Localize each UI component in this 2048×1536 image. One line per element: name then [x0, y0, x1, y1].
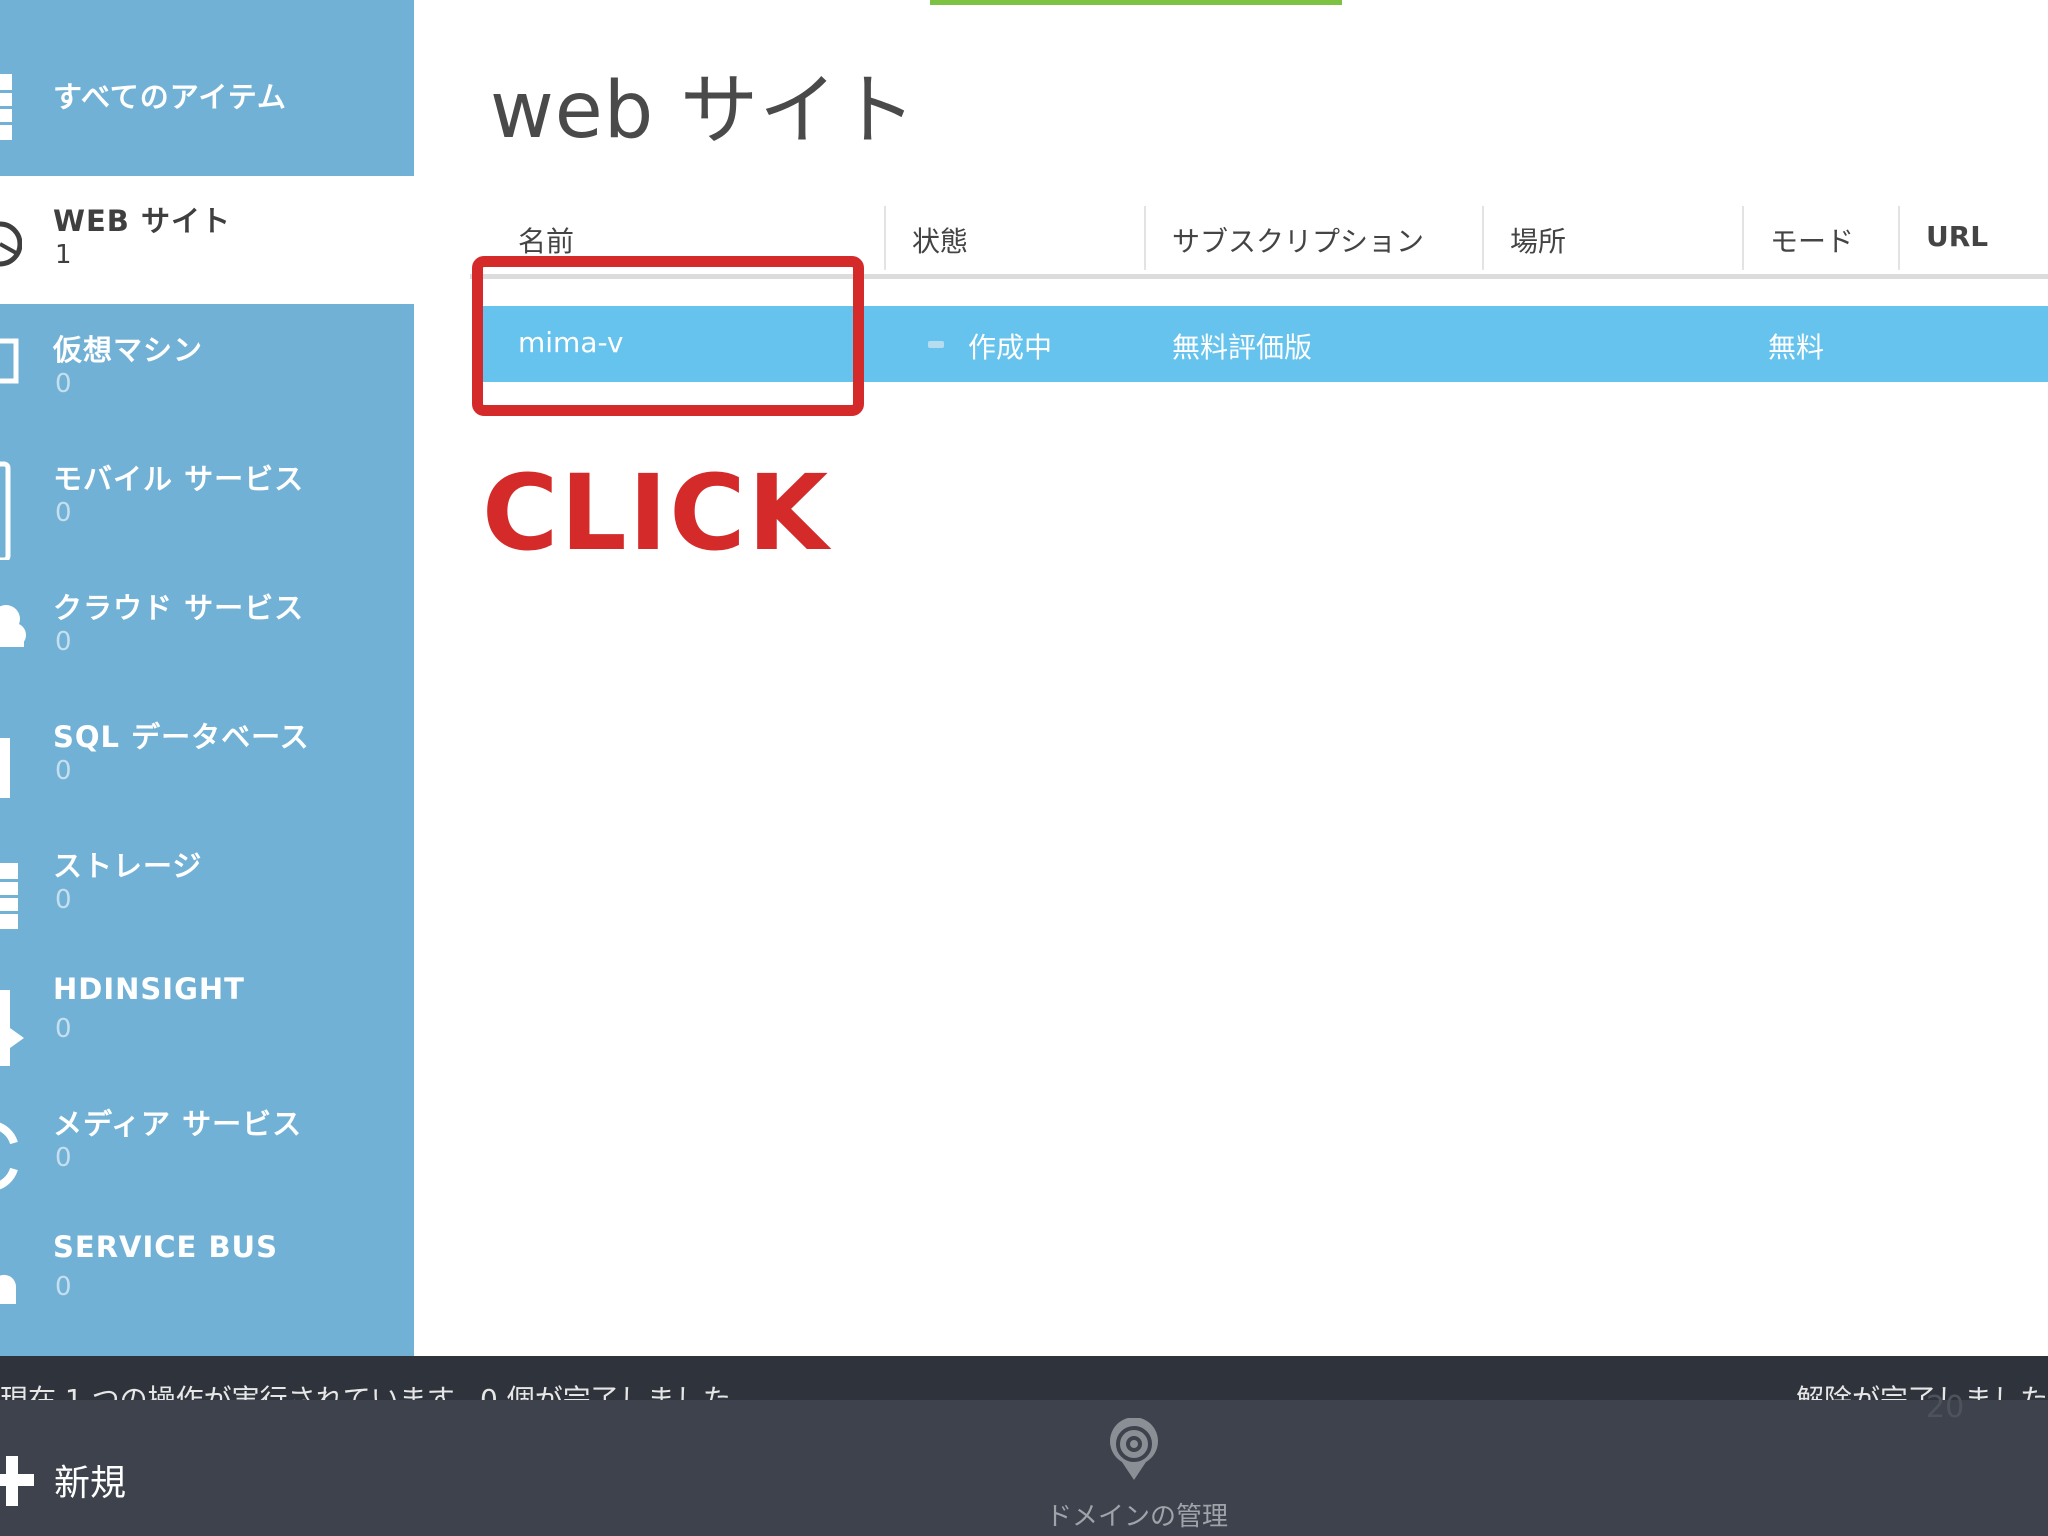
click-highlight-box	[472, 256, 864, 416]
cloud-icon	[0, 579, 26, 649]
top-accent-bar	[930, 0, 1342, 5]
column-header-status[interactable]: 状態	[912, 220, 968, 260]
manage-domains-label: ドメインの管理	[1046, 1502, 1229, 1532]
click-annotation-label: CLICK	[482, 452, 831, 574]
at-sign-icon	[1106, 1417, 1162, 1488]
sidebar-item-label: メディア サービス	[53, 1107, 303, 1141]
sidebar-item-label: ストレージ	[53, 849, 203, 883]
globe-icon	[0, 204, 22, 274]
column-header-mode[interactable]: モード	[1770, 220, 1854, 260]
sidebar-item-mobile-services[interactable]: モバイル サービス 0	[0, 434, 414, 562]
notification-bar: 現在 1 つの操作が実行されています。0 個が完了しました。 解除が完了しました	[0, 1356, 2048, 1400]
row-subscription: 無料評価版	[1172, 331, 1313, 364]
sidebar-item-label: モバイル サービス	[53, 462, 305, 496]
media-icon	[0, 1095, 22, 1190]
column-separator	[1482, 206, 1484, 270]
sidebar-item-label: すべてのアイテム	[53, 80, 287, 114]
sidebar-item-count: 0	[55, 885, 72, 915]
sidebar-item-count: 0	[55, 498, 72, 528]
sidebar-item-count: 0	[55, 1272, 72, 1302]
column-separator	[1898, 206, 1900, 270]
sidebar-item-all-items[interactable]: すべてのアイテム	[0, 30, 414, 170]
sidebar-item-hdinsight[interactable]: HDINSIGHT 0	[0, 950, 414, 1078]
sidebar-item-web-sites[interactable]: WEB サイト 1	[0, 176, 414, 304]
manage-domains-button[interactable]: ドメインの管理	[1040, 1417, 1230, 1532]
sidebar-item-service-bus[interactable]: SERVICE BUS 0	[0, 1208, 414, 1336]
sidebar-item-virtual-machines[interactable]: 仮想マシン 0	[0, 305, 414, 433]
column-header-name[interactable]: 名前	[518, 220, 574, 260]
plus-icon	[0, 1452, 36, 1516]
sidebar-item-sql-databases[interactable]: SQL データベース 0	[0, 692, 414, 820]
sidebar-item-label: WEB サイト	[53, 204, 231, 238]
page-number: 20	[1926, 1390, 1965, 1425]
service-bus-icon	[0, 1224, 22, 1304]
row-mode: 無料	[1768, 331, 1825, 364]
sidebar-item-label: クラウド サービス	[53, 591, 305, 625]
monitor-icon	[0, 321, 22, 391]
sidebar-item-count: 0	[55, 756, 72, 786]
sidebar-item-cloud-services[interactable]: クラウド サービス 0	[0, 563, 414, 691]
sidebar-item-count: 0	[55, 369, 72, 399]
new-button-label: 新規	[54, 1463, 127, 1504]
sidebar-item-label: 仮想マシン	[53, 333, 204, 367]
sidebar-item-count: 1	[55, 240, 72, 270]
list-icon	[0, 74, 22, 144]
sidebar-item-label: SQL データベース	[53, 720, 310, 754]
column-header-subscription[interactable]: サブスクリプション	[1172, 220, 1424, 260]
notification-right-text: 解除が完了しました	[1795, 1383, 2048, 1400]
page-title: web サイト	[490, 66, 918, 156]
sidebar-item-count: 0	[55, 627, 72, 657]
storage-icon	[0, 837, 22, 929]
hdinsight-icon	[0, 966, 24, 1066]
column-separator	[884, 206, 886, 270]
status-indicator-icon	[928, 341, 944, 348]
row-status: 作成中	[968, 331, 1053, 364]
column-separator	[1742, 206, 1744, 270]
notification-text: 現在 1 つの操作が実行されています。0 個が完了しました。	[0, 1383, 759, 1400]
database-icon	[0, 708, 22, 798]
command-bar: 新規 ドメインの管理	[0, 1400, 2048, 1536]
column-separator	[1144, 206, 1146, 270]
column-header-url[interactable]: URL	[1926, 220, 1988, 253]
column-header-location[interactable]: 場所	[1510, 220, 1566, 260]
sidebar-item-media-services[interactable]: メディア サービス 0	[0, 1079, 414, 1207]
sidebar-item-label: HDINSIGHT	[53, 972, 245, 1006]
sidebar-item-storage[interactable]: ストレージ 0	[0, 821, 414, 949]
sidebar-item-count: 0	[55, 1143, 72, 1173]
phone-icon	[0, 450, 22, 560]
sidebar: すべてのアイテム WEB サイト 1 仮想マシン 0 モバイル サービス 0 ク…	[0, 0, 414, 1356]
sidebar-item-count: 0	[55, 1014, 72, 1044]
sidebar-item-label: SERVICE BUS	[53, 1230, 278, 1264]
